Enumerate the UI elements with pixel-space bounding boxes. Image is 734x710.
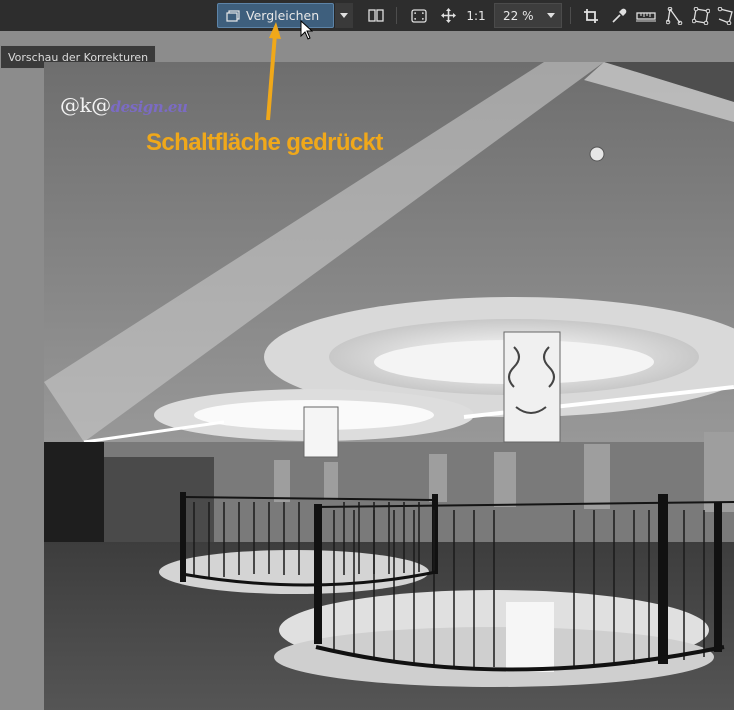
one-to-one-button[interactable]: 1:1 <box>463 3 489 28</box>
perspective-polygon-button[interactable] <box>690 3 712 28</box>
dropdown-icon <box>340 13 348 18</box>
annotation-label: Schaltfläche gedrückt <box>146 129 383 156</box>
eyedropper-icon <box>612 8 627 23</box>
zoom-value: 22 % <box>503 8 534 23</box>
toolbar-divider <box>570 7 571 24</box>
compare-mode-dropdown[interactable] <box>334 3 353 28</box>
fit-screen-icon <box>411 8 427 23</box>
zoom-select[interactable]: 22 % <box>494 3 562 28</box>
straighten-button[interactable] <box>634 3 658 28</box>
perspective-icon <box>666 6 683 25</box>
watermark-prefix: @k@ <box>60 93 111 117</box>
pan-icon <box>440 8 456 23</box>
perspective-polygon-icon <box>692 6 710 25</box>
pan-button[interactable] <box>438 3 458 28</box>
lobby-photo <box>44 62 734 710</box>
straighten-icon <box>636 11 656 21</box>
dropdown-icon <box>547 13 555 18</box>
crop-icon <box>584 8 598 23</box>
freeform-icon <box>717 6 733 25</box>
perspective-button[interactable] <box>664 3 686 28</box>
freeform-button[interactable] <box>716 3 734 28</box>
crop-button[interactable] <box>580 3 602 28</box>
watermark: @k@design.eu <box>60 93 188 117</box>
top-toolbar: Vergleichen 1:1 22 % <box>0 0 734 31</box>
split-view-button[interactable] <box>365 3 387 28</box>
watermark-suffix: design.eu <box>110 98 188 116</box>
eyedropper-button[interactable] <box>608 3 630 28</box>
annotation-arrow-icon <box>266 22 281 121</box>
mouse-cursor-icon <box>300 20 313 40</box>
split-view-icon <box>368 9 384 22</box>
compare-icon <box>226 9 240 22</box>
image-canvas[interactable] <box>44 62 734 710</box>
fit-screen-button[interactable] <box>408 3 430 28</box>
one-to-one-label: 1:1 <box>466 8 486 23</box>
toolbar-divider <box>396 7 397 24</box>
